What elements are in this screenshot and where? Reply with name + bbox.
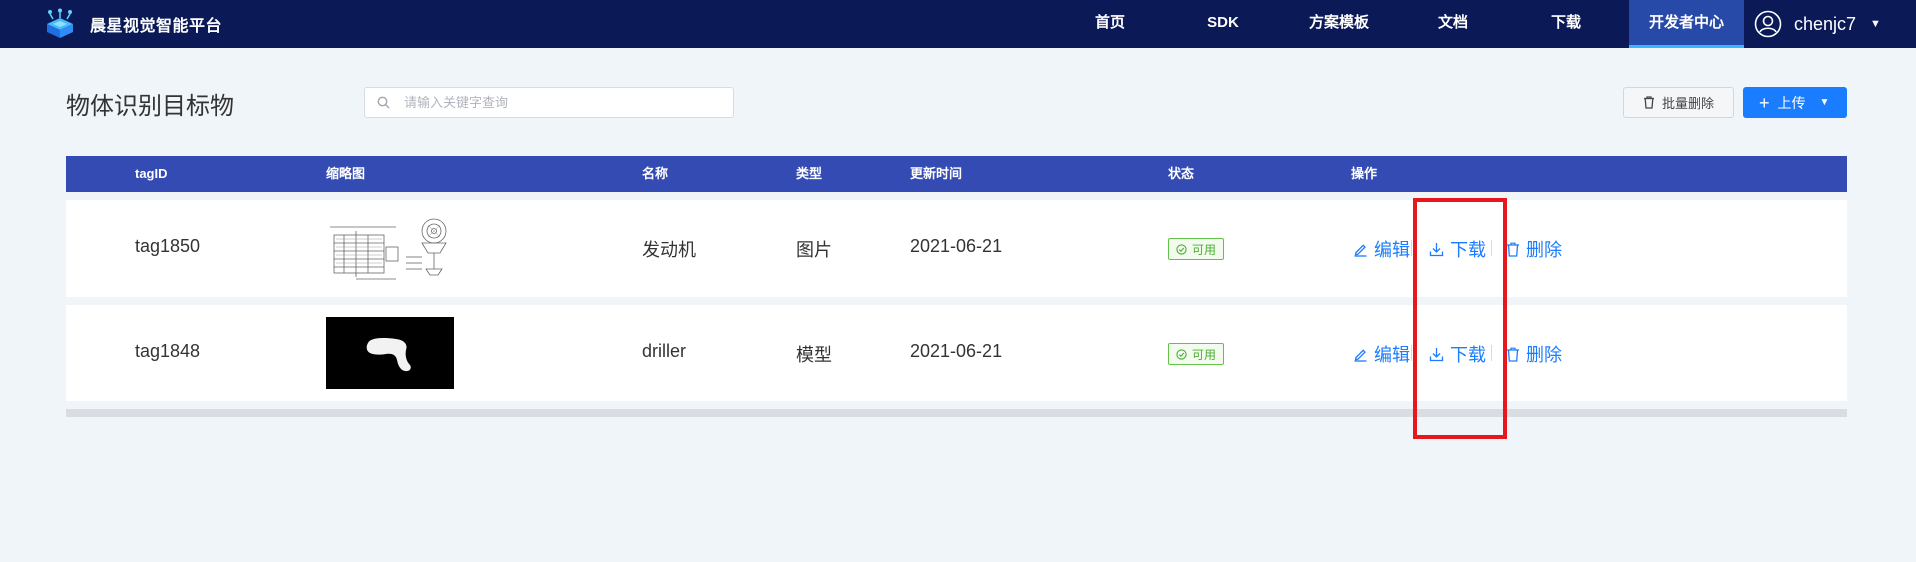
check-circle-icon [1176,348,1187,360]
cell-updated: 2021-06-21 [910,341,1003,361]
caret-down-icon[interactable]: ▼ [1820,97,1830,108]
trash-icon [1643,96,1654,109]
cell-tagid: tag1848 [135,341,201,361]
cell-name: 发动机 [642,240,696,260]
cell-tagid: tag1850 [135,236,201,256]
page-title: 物体识别目标物 [66,93,234,120]
cell-name: driller [642,341,687,361]
cell-updated: 2021-06-21 [910,236,1003,256]
thumbnail-driller-silhouette[interactable] [326,317,454,389]
action-divider [1411,240,1412,256]
plus-icon: + [1759,92,1770,113]
platform-logo-icon [47,8,73,38]
brand-name: 晨星视觉智能平台 [90,18,223,35]
table-row: tag1848 driller 模型 2021-06-21 可用 编辑 下载 删… [66,305,1847,401]
thumbnail-engine-drawing[interactable] [326,217,454,284]
nav-sdk[interactable]: SDK [1193,0,1253,48]
horizontal-scrollbar[interactable] [66,409,1847,417]
cell-type: 图片 [796,240,832,260]
search-icon [377,96,390,109]
column-header-status: 状态 [1168,166,1195,181]
trash-icon [1507,242,1519,257]
action-divider [1411,345,1412,361]
table-row: tag1850 发动机 图片 2021-06-21 可用 编辑 下载 删除 [66,200,1847,297]
edit-button[interactable]: 编辑 [1353,236,1410,262]
column-header-type: 类型 [796,166,823,181]
edit-pencil-icon [1354,243,1367,257]
nav-download[interactable]: 下载 [1536,0,1596,48]
status-badge: 可用 [1168,238,1225,260]
user-name: chenjc7 [1794,13,1857,34]
batch-delete-label: 批量删除 [1661,96,1714,111]
check-circle-icon [1176,243,1187,255]
status-label: 可用 [1192,242,1217,257]
batch-delete-button[interactable]: 批量删除 [1623,87,1734,118]
nav-developer-center[interactable]: 开发者中心 [1629,0,1744,48]
download-column-highlight-box [1413,198,1507,439]
trash-icon [1507,347,1519,362]
upload-button[interactable]: + 上传 ▼ [1743,87,1847,118]
nav-solution-templates[interactable]: 方案模板 [1299,0,1379,48]
brand[interactable]: 晨星视觉智能平台 [44,6,222,42]
edit-pencil-icon [1354,348,1367,362]
search-box [364,87,734,118]
column-header-tagid: tagID [135,166,168,181]
nav-docs[interactable]: 文档 [1423,0,1483,48]
column-header-thumbnail: 缩略图 [326,166,366,181]
column-header-updated: 更新时间 [910,166,963,181]
user-avatar-icon [1754,10,1782,38]
cell-type: 模型 [796,345,832,365]
upload-label: 上传 [1777,94,1806,111]
delete-button[interactable]: 删除 [1506,236,1562,262]
table-header: tagID 缩略图 名称 类型 更新时间 状态 操作 [66,156,1847,192]
top-navigation-bar: 晨星视觉智能平台 首页 SDK 方案模板 文档 下载 开发者中心 chenjc7… [0,0,1916,48]
edit-button[interactable]: 编辑 [1353,341,1410,367]
nav-home[interactable]: 首页 [1080,0,1140,48]
search-input[interactable] [404,95,704,110]
edit-label: 编辑 [1374,240,1410,260]
delete-button[interactable]: 删除 [1506,341,1562,367]
edit-label: 编辑 [1374,345,1410,365]
column-header-name: 名称 [642,166,669,181]
delete-label: 删除 [1526,345,1562,365]
status-label: 可用 [1192,347,1217,362]
status-badge: 可用 [1168,343,1225,365]
caret-down-icon: ▼ [1870,18,1881,30]
user-menu[interactable]: chenjc7 ▼ [1754,0,1881,48]
column-header-actions: 操作 [1351,166,1378,181]
delete-label: 删除 [1526,240,1562,260]
target-object-table: tagID 缩略图 名称 类型 更新时间 状态 操作 tag1850 发动机 图… [66,156,1847,401]
